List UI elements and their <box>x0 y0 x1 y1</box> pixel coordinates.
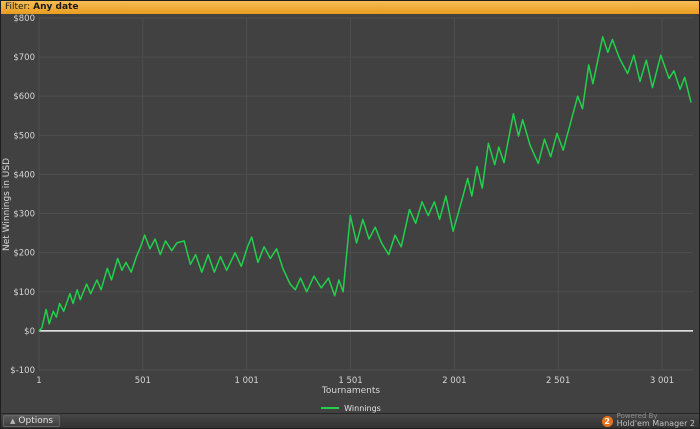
svg-text:2 001: 2 001 <box>442 376 466 386</box>
chart-panel: $800 $700 $600 $500 $400 $300 $200 $100 $0 $-100 1… <box>1 14 699 415</box>
powered-by: 2 Powered By Hold'em Manager 2 <box>601 412 695 429</box>
svg-text:$0: $0 <box>24 327 35 337</box>
x-axis-title: Tournaments <box>321 386 381 396</box>
filter-value[interactable]: Any date <box>33 2 78 12</box>
svg-text:$800: $800 <box>13 14 35 24</box>
svg-text:$600: $600 <box>13 92 35 102</box>
svg-text:$500: $500 <box>13 131 35 141</box>
options-icon: ▲ <box>10 417 16 425</box>
status-bar: ▲ Options 2 Powered By Hold'em Manager 2 <box>1 412 699 429</box>
svg-text:501: 501 <box>135 376 151 386</box>
legend-label-winnings: Winnings <box>344 403 381 413</box>
svg-text:1 501: 1 501 <box>338 376 362 386</box>
brand-logo-icon: 2 <box>601 415 613 427</box>
svg-text:2 501: 2 501 <box>546 376 570 386</box>
y-axis-title: Net Winnings in USD <box>2 157 12 251</box>
svg-text:$100: $100 <box>13 288 35 298</box>
svg-text:$700: $700 <box>13 53 35 63</box>
options-button[interactable]: ▲ Options <box>3 415 61 427</box>
filter-bar[interactable]: Filter: Any date <box>1 1 699 14</box>
options-label: Options <box>18 416 54 426</box>
brand-name: Hold'em Manager 2 <box>616 419 695 429</box>
svg-text:$200: $200 <box>13 249 35 259</box>
app-window: Filter: Any date $800 $700 $600 $500 $400 $300… <box>0 0 700 429</box>
winnings-chart-svg: $800$700$600$500$400$300$200$100$0$-1001… <box>10 14 693 386</box>
filter-label: Filter: <box>5 2 31 12</box>
legend-swatch-winnings <box>321 407 340 409</box>
svg-text:$-100: $-100 <box>10 366 35 376</box>
svg-text:$300: $300 <box>13 210 35 220</box>
brand-text: Powered By Hold'em Manager 2 <box>616 412 695 429</box>
svg-text:1: 1 <box>36 376 41 386</box>
svg-text:1 001: 1 001 <box>235 376 259 386</box>
svg-text:3 001: 3 001 <box>650 376 674 386</box>
svg-text:$400: $400 <box>13 170 35 180</box>
